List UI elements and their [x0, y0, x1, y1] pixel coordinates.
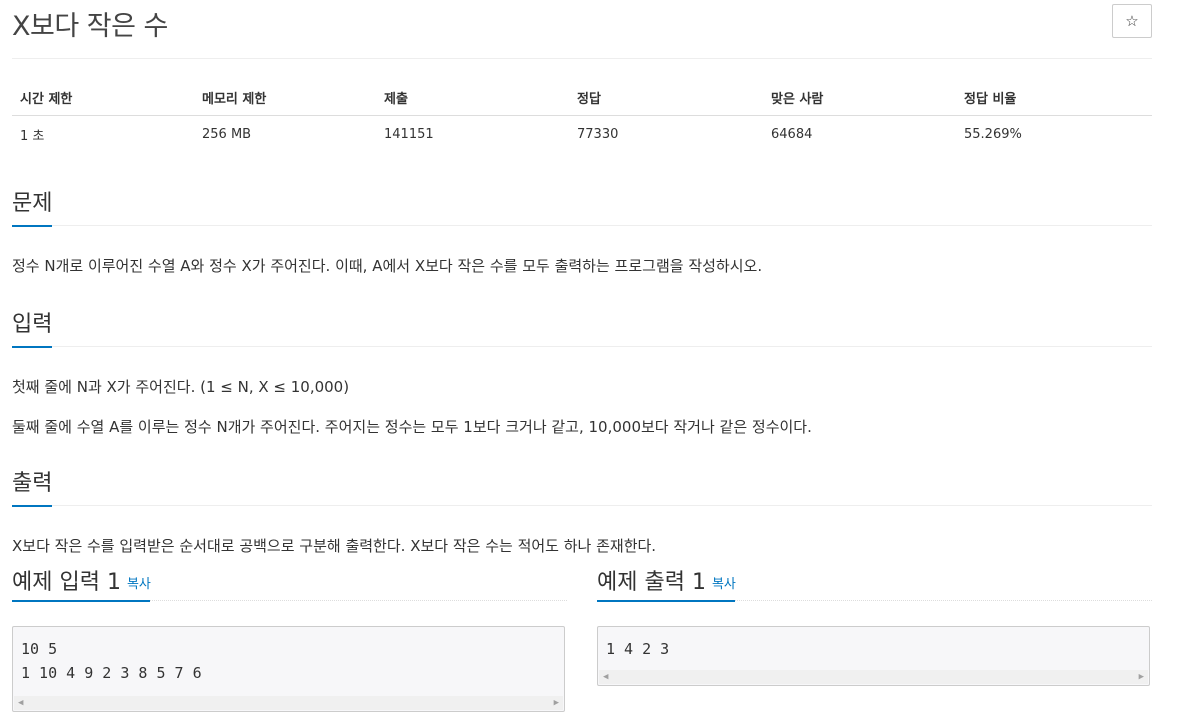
header-memory-limit: 메모리 제한: [194, 79, 376, 116]
input-text-line2: 둘째 줄에 수열 A를 이루는 정수 N개가 주어진다. 주어지는 정수는 모두…: [12, 418, 812, 436]
section-input-header: 입력: [12, 302, 1152, 348]
description-text: 정수 N개로 이루어진 수열 A와 정수 X가 주어진다. 이때, A에서 X보…: [12, 257, 763, 275]
section-underline: [12, 505, 52, 507]
star-button[interactable]: ☆: [1112, 4, 1152, 38]
problem-info-table: 시간 제한 메모리 제한 제출 정답 맞은 사람 정답 비율 1 초 256 M…: [12, 79, 1152, 153]
sample-output-title-text: 예제 출력 1: [597, 570, 706, 595]
section-underline: [12, 346, 52, 348]
value-solved-users: 64684: [771, 127, 813, 142]
sample-input-header: 예제 입력 1 복사: [12, 562, 567, 602]
horizontal-scrollbar[interactable]: ◀ ▶: [14, 696, 563, 710]
section-description: 문제 정수 N개로 이루어진 수열 A와 정수 X가 주어진다. 이때, A에서…: [12, 181, 1152, 276]
value-accepted: 77330: [577, 127, 619, 142]
value-time-limit: 1 초: [20, 129, 45, 144]
sample-input: 예제 입력 1 복사 10 5 1 10 4 9 2 3 8 5 7 6 ◀ ▶: [12, 562, 567, 712]
header-time-limit: 시간 제한: [12, 79, 194, 116]
section-description-title: 문제: [12, 191, 53, 216]
header-solved-users: 맞은 사람: [763, 79, 956, 116]
section-underline: [12, 225, 52, 227]
sample-output-title: 예제 출력 1 복사: [597, 564, 736, 596]
scroll-right-arrow-icon[interactable]: ▶: [554, 697, 559, 709]
problem-page: X보다 작은 수 ☆ 시간 제한 메모리 제한 제출 정답 맞은 사람 정답 비…: [12, 0, 1152, 556]
scroll-left-arrow-icon[interactable]: ◀: [603, 671, 608, 683]
sample-underline: [597, 600, 735, 602]
sample-input-title: 예제 입력 1 복사: [12, 564, 151, 596]
sample-output-data: 1 4 2 3 ◀ ▶: [597, 626, 1150, 686]
sample-underline: [12, 600, 150, 602]
section-output: 출력 X보다 작은 수를 입력받은 순서대로 공백으로 구분해 출력한다. X보…: [12, 461, 1152, 556]
page-title: X보다 작은 수: [12, 11, 168, 42]
sample-input-data: 10 5 1 10 4 9 2 3 8 5 7 6 ◀ ▶: [12, 626, 565, 712]
star-icon: ☆: [1125, 12, 1139, 30]
value-memory-limit: 256 MB: [202, 127, 252, 142]
header-accepted: 정답: [569, 79, 763, 116]
value-submissions: 141151: [384, 127, 434, 142]
header-submissions: 제출: [376, 79, 569, 116]
sample-input-text: 10 5 1 10 4 9 2 3 8 5 7 6: [21, 640, 202, 682]
header-accept-ratio: 정답 비율: [956, 79, 1152, 116]
sample-output-text: 1 4 2 3: [606, 640, 670, 658]
section-input-title: 입력: [12, 312, 53, 337]
section-output-header: 출력: [12, 461, 1152, 507]
copy-sample-input-link[interactable]: 복사: [127, 577, 151, 592]
horizontal-scrollbar[interactable]: ◀ ▶: [599, 670, 1148, 684]
title-row: X보다 작은 수 ☆: [12, 0, 1152, 59]
value-accept-ratio: 55.269%: [964, 127, 1022, 142]
sample-output-header: 예제 출력 1 복사: [597, 562, 1152, 602]
section-description-header: 문제: [12, 181, 1152, 227]
sample-output: 예제 출력 1 복사 1 4 2 3 ◀ ▶: [597, 562, 1152, 686]
output-text: X보다 작은 수를 입력받은 순서대로 공백으로 구분해 출력한다. X보다 작…: [12, 537, 657, 555]
info-value-row: 1 초 256 MB 141151 77330 64684 55.269%: [12, 116, 1152, 154]
scroll-left-arrow-icon[interactable]: ◀: [18, 697, 23, 709]
info-header-row: 시간 제한 메모리 제한 제출 정답 맞은 사람 정답 비율: [12, 79, 1152, 116]
input-text-line1: 첫째 줄에 N과 X가 주어진다. (1 ≤ N, X ≤ 10,000): [12, 378, 350, 396]
section-output-title: 출력: [12, 471, 53, 496]
copy-sample-output-link[interactable]: 복사: [712, 577, 736, 592]
section-input: 입력 첫째 줄에 N과 X가 주어진다. (1 ≤ N, X ≤ 10,000)…: [12, 302, 1152, 437]
sample-input-title-text: 예제 입력 1: [12, 570, 121, 595]
scroll-right-arrow-icon[interactable]: ▶: [1139, 671, 1144, 683]
samples-area: 예제 입력 1 복사 10 5 1 10 4 9 2 3 8 5 7 6 ◀ ▶ 예제…: [12, 562, 1152, 722]
